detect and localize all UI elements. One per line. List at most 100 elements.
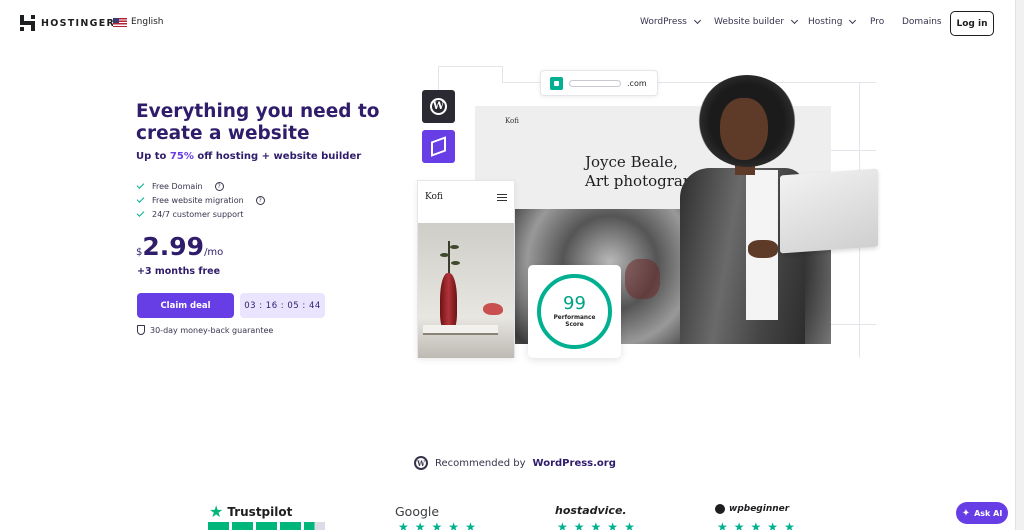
photo-accent xyxy=(625,259,660,299)
domain-suffix: .com xyxy=(627,78,647,88)
review-source-name: wpbeginner xyxy=(729,504,790,514)
wpbeginner-rating: ★ ★ ★ ★ ★ xyxy=(717,521,795,530)
price-amount: 2.99 xyxy=(142,232,205,261)
feature-label: Free website migration xyxy=(152,195,244,205)
grid-line xyxy=(502,66,503,82)
chevron-down-icon xyxy=(791,16,799,25)
trustpilot-rating xyxy=(208,522,325,530)
logo-text: HOSTINGER xyxy=(41,17,116,29)
nav-wordpress-label: WordPress xyxy=(640,17,687,27)
grid-line xyxy=(438,66,502,67)
feature-list: Free Domain ? Free website migration ? 2… xyxy=(136,179,265,221)
review-hostadvice[interactable]: hostadvice. xyxy=(555,504,627,517)
rating-star xyxy=(256,522,277,530)
hero-subtitle-suffix: off hosting + website builder xyxy=(193,151,362,162)
nav-website-builder[interactable]: Website builder xyxy=(714,16,799,27)
lock-icon xyxy=(550,76,563,90)
review-source-name: hostadvice. xyxy=(555,504,627,517)
review-google[interactable]: Google xyxy=(395,504,439,519)
hostinger-logo[interactable]: HOSTINGER xyxy=(20,15,115,31)
check-icon xyxy=(136,195,145,203)
price-period: /mo xyxy=(204,247,224,258)
page-scrollbar[interactable] xyxy=(1015,0,1024,530)
star-icon: ★ xyxy=(784,520,795,530)
price: $ 2.99 /mo xyxy=(136,232,223,261)
nav-pro-label: Pro xyxy=(870,17,885,27)
review-trustpilot[interactable]: ★ Trustpilot xyxy=(209,504,292,520)
vase xyxy=(440,273,457,331)
star-icon: ★ xyxy=(465,520,476,530)
star-icon: ★ xyxy=(398,520,409,530)
ask-ai-button[interactable]: ✦ Ask AI xyxy=(956,502,1008,524)
star-icon: ★ xyxy=(573,520,585,530)
builder-tile xyxy=(422,130,455,163)
countdown-timer: 03 : 16 : 05 : 44 xyxy=(240,293,325,318)
wpbeginner-icon xyxy=(715,504,725,514)
mobile-site-photo xyxy=(418,223,514,358)
feature-item: Free Domain ? xyxy=(136,179,265,193)
discount-highlight: 75% xyxy=(169,151,194,162)
grid-line xyxy=(831,150,876,151)
help-icon[interactable]: ? xyxy=(214,181,224,191)
us-flag-icon xyxy=(113,17,127,27)
book-stack xyxy=(423,325,498,335)
star-icon: ★ xyxy=(448,520,460,530)
chevron-down-icon xyxy=(849,16,857,25)
plant-leaf xyxy=(451,261,460,265)
star-icon: ★ xyxy=(414,520,426,530)
nav-hosting-label: Hosting xyxy=(808,17,843,27)
site-header: HOSTINGER English WordPress Website buil… xyxy=(0,0,1015,46)
wordpress-icon: W xyxy=(414,456,428,470)
hero-title: Everything you need to create a website xyxy=(136,101,380,144)
login-button[interactable]: Log in xyxy=(950,11,994,36)
feature-label: 24/7 customer support xyxy=(152,209,244,219)
recommended-by: W Recommended by WordPress.org xyxy=(414,456,616,470)
trustpilot-star-icon: ★ xyxy=(209,502,224,521)
review-source-name: Google xyxy=(395,504,440,519)
review-wpbeginner[interactable]: wpbeginner xyxy=(715,504,789,514)
domain-search-bar: .com xyxy=(540,70,658,96)
feature-item: Free website migration ? xyxy=(136,193,265,207)
hostinger-logo-icon xyxy=(20,15,35,31)
help-icon[interactable]: ? xyxy=(255,195,265,205)
rating-star xyxy=(280,522,301,530)
google-rating: ★ ★ ★ ★ ★ xyxy=(398,521,476,530)
star-icon: ★ xyxy=(590,520,602,530)
chevron-down-icon xyxy=(693,16,701,25)
hand xyxy=(748,240,778,258)
performance-score-card: 99 Performance Score xyxy=(528,265,621,358)
nav-wordpress[interactable]: WordPress xyxy=(640,16,701,27)
star-icon: ★ xyxy=(607,520,619,530)
star-icon: ★ xyxy=(733,520,745,530)
hero-subtitle-prefix: Up to xyxy=(136,151,170,162)
hamburger-menu-icon xyxy=(497,194,507,201)
bonus-months: +3 months free xyxy=(137,266,221,277)
website-builder-icon xyxy=(431,136,446,157)
claim-deal-button[interactable]: Claim deal xyxy=(137,293,234,318)
performance-score: 99 xyxy=(563,293,586,314)
hero-subtitle: Up to 75% off hosting + website builder xyxy=(136,151,361,162)
nav-pro[interactable]: Pro xyxy=(870,17,884,27)
grid-line xyxy=(502,82,540,83)
website-preview-mobile: Kofi xyxy=(417,180,515,358)
guarantee-label: 30-day money-back guarantee xyxy=(150,325,274,335)
language-label: English xyxy=(131,17,164,27)
plant-leaf xyxy=(450,245,459,249)
star-icon: ★ xyxy=(624,520,635,530)
nav-website-builder-label: Website builder xyxy=(714,17,785,27)
star-icon: ★ xyxy=(750,520,762,530)
shield-icon xyxy=(137,325,145,335)
language-selector[interactable]: English xyxy=(113,17,164,27)
wordpress-icon: W xyxy=(430,98,447,115)
performance-label: Performance Score xyxy=(553,315,596,328)
rating-star xyxy=(208,522,229,530)
check-icon xyxy=(136,181,145,189)
site-brand: Kofi xyxy=(505,117,519,125)
nav-hosting[interactable]: Hosting xyxy=(808,16,857,27)
feature-label: Free Domain xyxy=(152,181,203,191)
hostadvice-rating: ★ ★ ★ ★ ★ xyxy=(557,521,635,530)
grid-line xyxy=(438,66,439,90)
check-icon xyxy=(136,209,145,217)
grid-line xyxy=(831,324,876,325)
nav-domains[interactable]: Domains xyxy=(902,17,942,27)
